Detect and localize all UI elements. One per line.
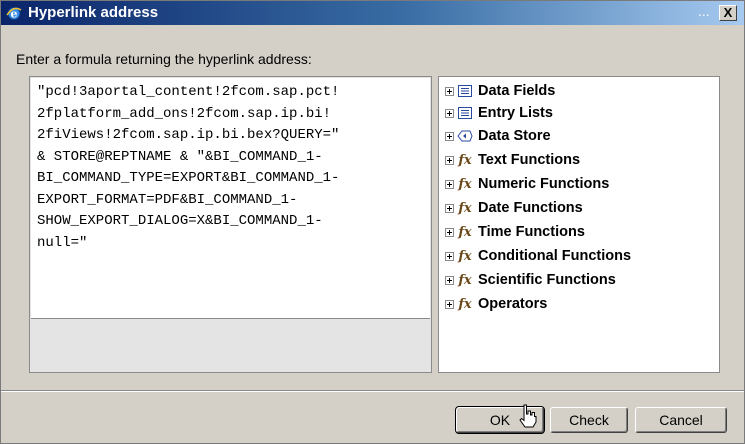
tree-item-conditional-functions[interactable]: fx Conditional Functions <box>445 245 631 267</box>
tree-item-label: Conditional Functions <box>478 248 632 264</box>
expand-icon[interactable] <box>445 251 454 261</box>
function-icon: fx <box>458 176 472 192</box>
tree-item-date-functions[interactable]: fx Date Functions <box>445 197 583 219</box>
title-ellipsis: ... <box>698 3 710 19</box>
function-icon: fx <box>458 248 472 264</box>
tree-item-label: Operators <box>478 296 548 312</box>
dialog-title: Hyperlink address <box>28 4 159 21</box>
expand-icon[interactable] <box>445 108 454 118</box>
check-button[interactable]: Check <box>550 407 628 433</box>
close-icon: X <box>723 5 733 20</box>
expand-icon[interactable] <box>445 179 454 189</box>
expand-icon[interactable] <box>445 275 454 285</box>
data-store-icon <box>457 130 473 142</box>
tree-item-scientific-functions[interactable]: fx Scientific Functions <box>445 269 616 291</box>
function-icon: fx <box>458 272 472 288</box>
internet-explorer-icon: e <box>6 7 22 21</box>
title-bar[interactable]: e Hyperlink address ... X <box>1 1 744 25</box>
button-separator <box>1 390 744 392</box>
function-icon: fx <box>458 200 472 216</box>
expand-icon[interactable] <box>445 227 454 237</box>
function-icon: fx <box>458 296 472 312</box>
tree-item-data-fields[interactable]: Data Fields <box>445 80 555 102</box>
cancel-button[interactable]: Cancel <box>635 407 727 433</box>
tree-item-label: Scientific Functions <box>478 272 616 288</box>
tree-item-label: Date Functions <box>478 200 583 216</box>
function-icon: fx <box>458 224 472 240</box>
hand-pointer-icon <box>519 404 537 428</box>
tree-item-label: Numeric Functions <box>478 176 610 192</box>
list-icon <box>458 85 472 97</box>
tree-item-label: Entry Lists <box>478 105 553 121</box>
tree-item-numeric-functions[interactable]: fx Numeric Functions <box>445 173 609 195</box>
expand-icon[interactable] <box>445 86 454 96</box>
formula-panel: "pcd!3aportal_content!2fcom.sap.pct! 2fp… <box>29 76 432 373</box>
hyperlink-address-dialog: e Hyperlink address ... X Enter a formul… <box>0 0 745 444</box>
function-icon: fx <box>458 152 472 168</box>
tree-item-time-functions[interactable]: fx Time Functions <box>445 221 585 243</box>
tree-item-entry-lists[interactable]: Entry Lists <box>445 102 553 124</box>
list-icon <box>458 107 472 119</box>
expand-icon[interactable] <box>445 155 454 165</box>
tree-item-data-store[interactable]: Data Store <box>445 125 551 147</box>
expand-icon[interactable] <box>445 299 454 309</box>
tree-item-label: Data Fields <box>478 83 556 99</box>
close-button[interactable]: X <box>719 5 737 21</box>
formula-prompt-label: Enter a formula returning the hyperlink … <box>16 51 312 67</box>
function-tree: Data Fields Entry Lists Data Store fx Te… <box>438 76 720 373</box>
tree-item-label: Text Functions <box>478 152 581 168</box>
formula-editor[interactable]: "pcd!3aportal_content!2fcom.sap.pct! 2fp… <box>31 78 430 319</box>
tree-item-operators[interactable]: fx Operators <box>445 293 547 315</box>
tree-item-label: Data Store <box>478 128 551 144</box>
expand-icon[interactable] <box>445 203 454 213</box>
expand-icon[interactable] <box>445 131 454 141</box>
tree-item-label: Time Functions <box>478 224 585 240</box>
tree-item-text-functions[interactable]: fx Text Functions <box>445 149 580 171</box>
